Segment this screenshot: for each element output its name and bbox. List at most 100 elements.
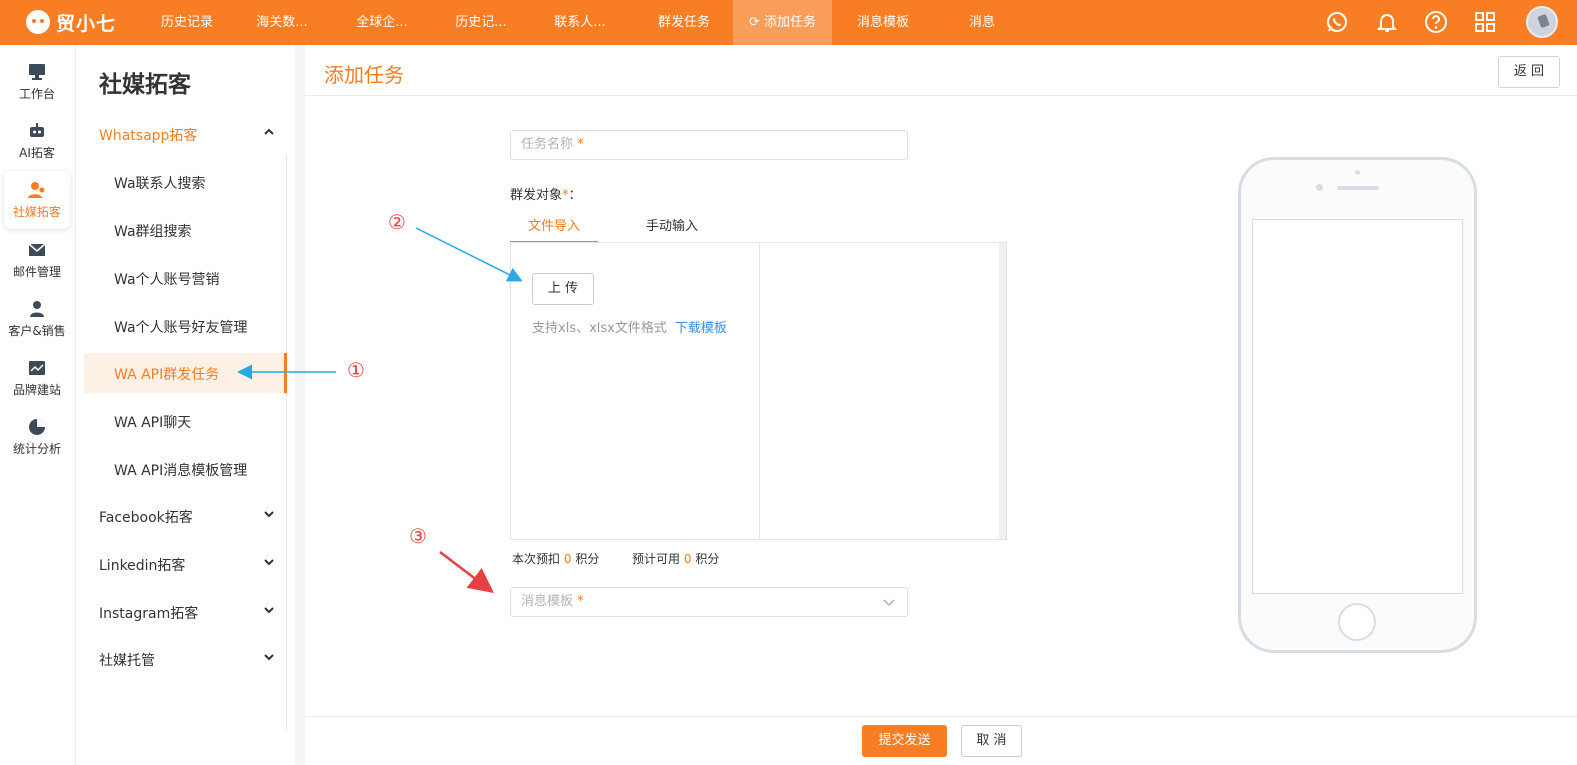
rail-item-label: 统计分析 [12,442,61,456]
topnav-history-2[interactable]: 历史记... [442,0,520,45]
annotation-arrow-two [415,227,523,282]
sidebar-title: 社媒拓客 [99,72,191,98]
monitor-icon [27,63,47,81]
rail-item-label: 邮件管理 [12,265,61,279]
phone-sensor [1355,170,1360,175]
chevron-down-icon [264,511,274,518]
sidebar-divider [286,155,287,730]
sidebar-group-label: Whatsapp拓客 [99,128,198,144]
rail-item-customers-sales[interactable]: 客户&销售 [4,290,70,348]
topnav-broadcast-tasks[interactable]: 群发任务 [644,0,724,45]
rail-item-brand-site[interactable]: 品牌建站 [4,349,70,407]
sidebar-item-wa-api-templates[interactable]: WA API消息模板管理 [114,460,247,480]
pie-icon [27,418,47,436]
sidebar: 社媒拓客 Whatsapp拓客 Wa联系人搜索 Wa群组搜索 Wa个人账号营销 … [77,45,295,765]
sidebar-group-label: Instagram拓客 [99,606,199,622]
sidebar-group-linkedin[interactable]: Linkedin拓客 [99,555,274,575]
upload-hint: 支持xls、xlsx文件格式 下载模板 [532,317,727,336]
sidebar-item-wa-api-chat[interactable]: WA API聊天 [114,412,191,432]
whatsapp-icon[interactable] [1325,10,1349,34]
topnav-add-task[interactable]: ⟳ 添加任务 [733,0,832,45]
target-label: 群发对象*： [510,184,582,203]
rail-item-label: 工作台 [18,87,55,101]
rail-item-label: 社媒拓客 [12,205,61,219]
sidebar-item-wa-friend-management[interactable]: Wa个人账号好友管理 [114,317,248,337]
sidebar-item-wa-group-search[interactable]: Wa群组搜索 [114,221,192,241]
module-rail: 工作台 AI拓客 社媒拓客 邮件管理 客户&销售 品牌建站 统计分析 [0,45,76,765]
rail-item-ai-prospecting[interactable]: AI拓客 [4,112,70,170]
chevron-up-icon [264,128,274,135]
topnav-messages[interactable]: 消息 [955,0,1009,45]
rail-item-workbench[interactable]: 工作台 [4,53,70,111]
points-available: 预计可用 0 积分 [632,550,719,567]
message-template-select[interactable]: 消息模板 * [510,587,908,617]
panel-divider [759,243,760,539]
grid-icon[interactable] [1473,10,1497,34]
chevron-down-icon [264,654,274,661]
header-divider [305,95,1577,96]
submit-send-button[interactable]: 提交发送 [862,725,947,757]
annotation-number-three: ③ [409,524,427,548]
chevron-down-icon [883,599,895,606]
sidebar-group-facebook[interactable]: Facebook拓客 [99,507,274,527]
sidebar-group-label: Linkedin拓客 [99,558,186,574]
user-avatar[interactable] [1526,6,1558,38]
topnav-customs-data[interactable]: 海关数... [243,0,321,45]
sidebar-item-wa-personal-marketing[interactable]: Wa个人账号营销 [114,269,220,289]
panel-scrollbar[interactable] [999,243,1006,539]
points-deduct-suffix: 积分 [575,552,600,566]
upload-button[interactable]: 上 传 [532,273,594,305]
sidebar-item-wa-contact-search[interactable]: Wa联系人搜索 [114,173,206,193]
topnav-message-templates[interactable]: 消息模板 [843,0,923,45]
rail-item-mail[interactable]: 邮件管理 [4,231,70,289]
chart-icon [27,359,47,377]
chevron-down-icon [264,559,274,566]
required-mark: * [577,594,584,609]
cancel-button[interactable]: 取 消 [961,725,1022,757]
sidebar-item-wa-api-broadcast[interactable]: WA API群发任务 [114,364,219,384]
topnav-history[interactable]: 历史记录 [148,0,226,45]
mail-icon [27,241,47,259]
page-title: 添加任务 [324,63,404,87]
footer-divider [305,716,1577,717]
rail-item-label: 品牌建站 [12,383,61,397]
task-name-placeholder: 任务名称 [521,137,574,152]
points-available-value: 0 [683,552,692,566]
sidebar-group-label: Facebook拓客 [99,510,193,526]
message-template-placeholder: 消息模板 [521,594,574,609]
tab-file-import[interactable]: 文件导入 [510,215,598,243]
rail-item-label: 客户&销售 [8,324,66,338]
sidebar-group-whatsapp[interactable]: Whatsapp拓客 [99,125,274,145]
logo-mascot-icon [26,10,50,34]
app-logo-text: 贸小七 [56,12,117,35]
topnav-contacts[interactable]: 联系人... [541,0,619,45]
person-icon [27,300,47,318]
topnav-global-companies[interactable]: 全球企... [343,0,421,45]
sidebar-group-social-hosting[interactable]: 社媒托管 [99,650,274,670]
phone-preview-screen [1252,219,1463,594]
sidebar-gutter [295,45,305,765]
bell-icon[interactable] [1375,10,1399,34]
top-navigation-bar: 贸小七 历史记录 海关数... 全球企... 历史记... 联系人... 群发任… [0,0,1577,45]
rail-item-social-prospecting[interactable]: 社媒拓客 [4,171,70,229]
chevron-down-icon [264,607,274,614]
rail-item-statistics[interactable]: 统计分析 [4,408,70,466]
app-logo[interactable]: 贸小七 [26,8,116,36]
points-available-prefix: 预计可用 [632,552,681,566]
task-name-input[interactable]: 任务名称 * [510,130,908,160]
tab-manual-input[interactable]: 手动输入 [628,215,716,243]
help-icon[interactable] [1424,10,1448,34]
users-icon [27,181,47,199]
points-deduct: 本次预扣 0 积分 [512,550,599,567]
back-button[interactable]: 返 回 [1498,56,1560,88]
robot-icon [27,122,47,140]
refresh-icon: ⟳ [749,15,760,30]
phone-speaker [1337,186,1379,190]
sidebar-group-instagram[interactable]: Instagram拓客 [99,603,274,623]
required-mark: * [577,137,584,152]
upload-hint-text: 支持xls、xlsx文件格式 [532,321,667,336]
download-template-link[interactable]: 下载模板 [675,321,727,336]
target-label-colon: ： [568,188,582,203]
phone-camera [1316,184,1323,191]
annotation-number-two: ② [388,210,406,234]
